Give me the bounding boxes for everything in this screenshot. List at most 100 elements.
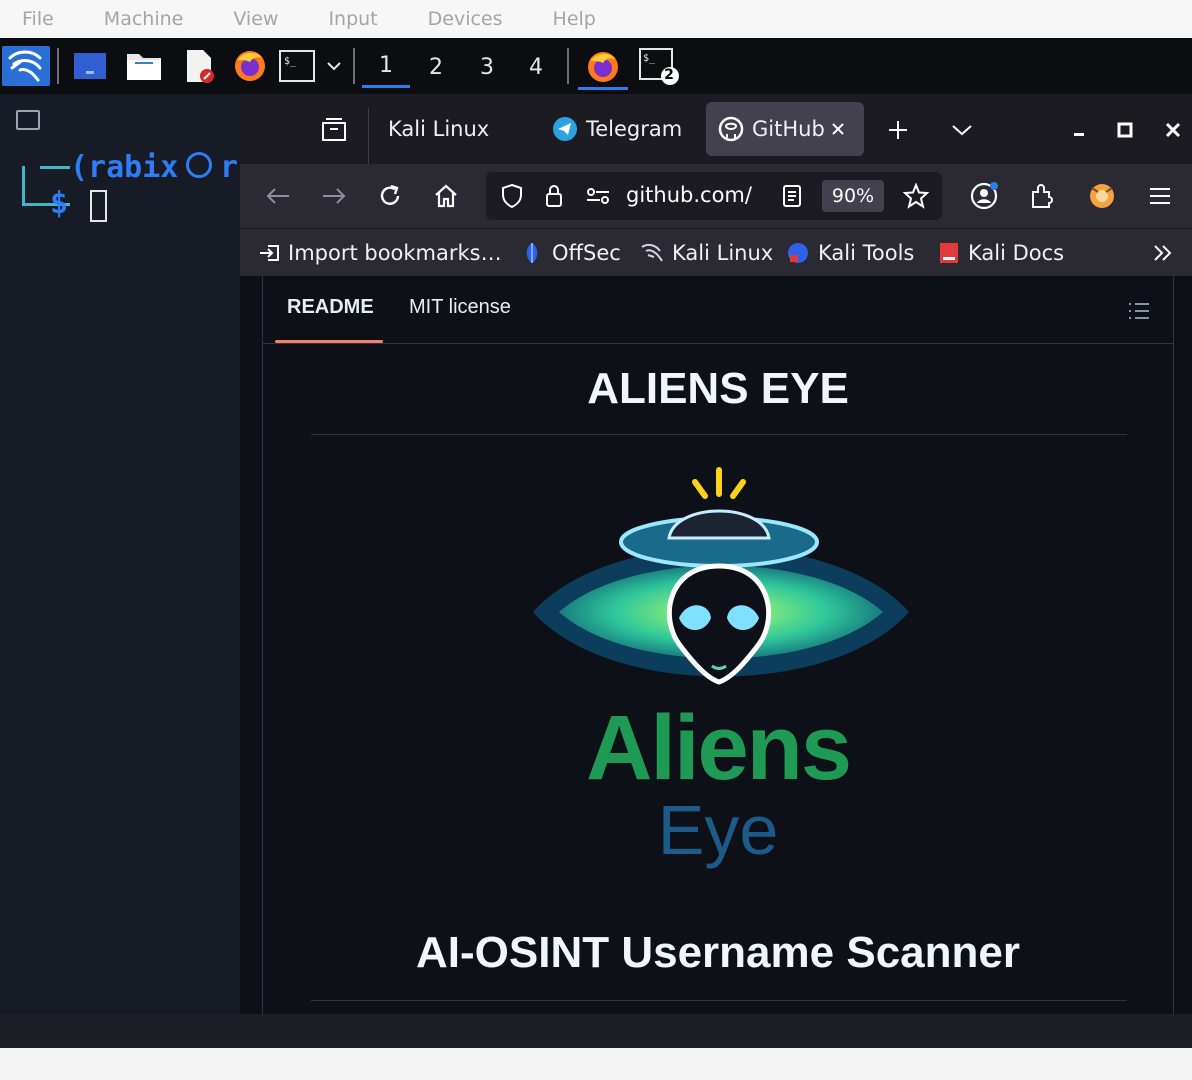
terminal-small-icon xyxy=(16,110,40,130)
bookmark-offsec[interactable]: OffSec xyxy=(520,237,621,269)
workspace-2[interactable]: 2 xyxy=(412,46,460,88)
terminal-launcher-icon[interactable]: $_ xyxy=(278,46,316,86)
workspace-4[interactable]: 4 xyxy=(512,46,560,88)
screen: File Machine View Input Devices Help $_ xyxy=(0,0,1192,1080)
tab-telegram[interactable]: Telegram xyxy=(542,102,692,156)
tab-label: GitHub xyxy=(752,117,824,141)
kali-docs-icon xyxy=(940,243,958,263)
bookmark-label: Kali Linux xyxy=(672,241,774,265)
permissions-icon[interactable] xyxy=(582,176,614,216)
workspace-1[interactable]: 1 xyxy=(362,46,410,88)
readme-tabs: README MIT license xyxy=(263,276,1173,344)
prompt-host: r xyxy=(220,150,239,185)
svg-text:$_: $_ xyxy=(284,56,297,67)
bookmarks-overflow-icon[interactable] xyxy=(1152,237,1174,269)
maximize-icon[interactable] xyxy=(1108,110,1142,150)
menu-help[interactable]: Help xyxy=(553,8,596,30)
panel-separator xyxy=(353,48,355,84)
tab-github[interactable]: GitHub xyxy=(706,102,864,156)
tab-mit-license[interactable]: MIT license xyxy=(409,296,511,319)
heading-rule xyxy=(311,434,1127,435)
url-text[interactable]: github.com/ xyxy=(626,183,752,207)
workspace-3[interactable]: 3 xyxy=(463,46,511,88)
menu-machine[interactable]: Machine xyxy=(104,8,184,30)
bookmark-label: Import bookmarks… xyxy=(288,241,502,265)
minimize-icon[interactable] xyxy=(1062,110,1096,150)
prompt-line xyxy=(40,166,70,169)
bookmark-label: Kali Docs xyxy=(968,241,1065,265)
tab-bar: Kali Linux Telegram GitHub xyxy=(240,94,1192,164)
bookmark-label: Kali Tools xyxy=(818,241,915,265)
logo-text-aliens: Aliens xyxy=(585,697,852,799)
vbox-menu-bar: File Machine View Input Devices Help xyxy=(0,0,1192,38)
bookmarks-toolbar: Import bookmarks… OffSec Kali Linux Kali… xyxy=(240,228,1192,276)
close-tab-icon[interactable] xyxy=(830,121,846,137)
kali-dragon-icon xyxy=(641,243,663,262)
vbox-status-bar xyxy=(0,1048,1192,1080)
offsec-icon xyxy=(526,243,538,263)
hamburger-menu-icon[interactable] xyxy=(1140,176,1180,216)
bookmark-kali-tools[interactable]: Kali Tools xyxy=(786,237,914,269)
svg-text:$_: $_ xyxy=(643,53,656,64)
firefox-launcher-icon[interactable] xyxy=(230,46,270,86)
aliens-eye-logo-icon xyxy=(533,467,909,685)
list-tabs-chevron-icon[interactable] xyxy=(942,110,982,150)
telegram-icon xyxy=(553,117,577,141)
close-window-icon[interactable] xyxy=(1156,110,1190,150)
kali-tools-icon xyxy=(788,243,808,263)
tab-divider xyxy=(368,108,369,164)
terminal-cursor xyxy=(90,190,107,222)
menu-file[interactable]: File xyxy=(22,8,54,30)
terminal-count-badge: 2 xyxy=(664,67,674,83)
active-tab-underline xyxy=(275,340,383,343)
firefox-task-icon[interactable] xyxy=(578,46,628,90)
subheading-rule xyxy=(311,1000,1127,1001)
prompt-symbol: $ xyxy=(50,186,69,221)
lock-icon[interactable] xyxy=(538,176,570,216)
menu-input[interactable]: Input xyxy=(328,8,377,30)
kali-menu-icon[interactable] xyxy=(2,46,50,86)
desktop-bottom-strip xyxy=(0,1014,1192,1048)
extension-fox-icon[interactable] xyxy=(1082,176,1122,216)
menu-devices[interactable]: Devices xyxy=(428,8,503,30)
menu-view[interactable]: View xyxy=(233,8,278,30)
terminal-task-icon[interactable]: $_ 2 xyxy=(636,46,682,86)
text-editor-icon[interactable] xyxy=(178,46,218,86)
account-icon[interactable] xyxy=(964,176,1004,216)
file-manager-icon[interactable] xyxy=(124,46,164,86)
bookmark-label: OffSec xyxy=(552,241,621,265)
page-content: README MIT license ALIENS EYE Aliens Eye… xyxy=(240,276,1192,1014)
nav-bar: github.com/ 90% xyxy=(240,164,1192,228)
logo-text-eye: Eye xyxy=(657,791,779,869)
tab-overview-icon[interactable] xyxy=(314,110,354,150)
tab-kali-linux[interactable]: Kali Linux xyxy=(376,102,536,156)
outline-list-icon[interactable] xyxy=(1127,300,1151,322)
show-desktop-icon[interactable] xyxy=(70,46,110,86)
panel-separator xyxy=(57,48,59,84)
tab-readme[interactable]: README xyxy=(287,296,374,319)
import-icon xyxy=(260,245,279,261)
kali-skull-icon xyxy=(186,152,212,178)
readme-heading: ALIENS EYE xyxy=(587,364,849,413)
kali-panel: $_ 1 2 3 4 $_ 2 xyxy=(0,38,1192,94)
zoom-level-button[interactable]: 90% xyxy=(822,180,884,212)
bookmark-star-icon[interactable] xyxy=(898,176,934,216)
back-arrow-icon[interactable] xyxy=(258,176,298,216)
prompt-user: (rabix xyxy=(70,150,179,185)
bookmark-kali-linux[interactable]: Kali Linux xyxy=(640,237,773,269)
reader-view-icon[interactable] xyxy=(774,176,810,216)
url-bar[interactable]: github.com/ 90% xyxy=(486,172,942,220)
tracking-shield-icon[interactable] xyxy=(494,176,530,216)
panel-separator xyxy=(567,48,569,84)
firefox-window: Kali Linux Telegram GitHub github.com/ 9… xyxy=(240,94,1192,1014)
extensions-icon[interactable] xyxy=(1022,176,1062,216)
forward-arrow-icon[interactable] xyxy=(314,176,354,216)
terminal-window[interactable]: (rabix r $ xyxy=(0,94,240,1014)
home-icon[interactable] xyxy=(426,176,466,216)
bookmark-import[interactable]: Import bookmarks… xyxy=(258,237,502,269)
tab-label: Telegram xyxy=(586,117,683,141)
bookmark-kali-docs[interactable]: Kali Docs xyxy=(938,237,1064,269)
chevron-down-icon[interactable] xyxy=(322,46,346,86)
new-tab-icon[interactable] xyxy=(878,110,918,150)
reload-icon[interactable] xyxy=(370,176,410,216)
